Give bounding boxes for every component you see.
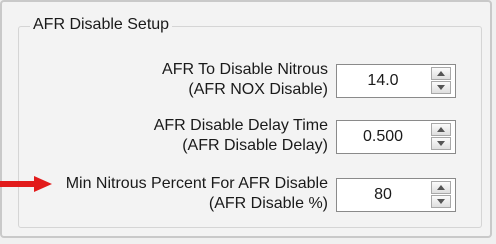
- red-arrow-head: [34, 176, 52, 192]
- chevron-down-icon: [437, 199, 445, 204]
- afr-disable-percent-label-line2: (AFR Disable %): [208, 195, 328, 212]
- group-title: AFR Disable Setup: [30, 14, 173, 36]
- afr-nox-disable-label: AFR To Disable Nitrous (AFR NOX Disable): [162, 60, 328, 100]
- afr-nox-disable-increment-button[interactable]: [431, 67, 451, 80]
- afr-disable-delay-value[interactable]: 0.500: [337, 121, 429, 153]
- afr-nox-disable-decrement-button[interactable]: [431, 81, 451, 94]
- afr-nox-disable-spin-buttons: [431, 67, 453, 95]
- afr-nox-disable-value[interactable]: 14.0: [337, 65, 429, 97]
- afr-disable-delay-label: AFR Disable Delay Time (AFR Disable Dela…: [154, 116, 328, 156]
- afr-disable-percent-spin-buttons: [431, 181, 453, 209]
- red-arrow-shaft: [0, 181, 38, 187]
- chevron-down-icon: [437, 141, 445, 146]
- chevron-up-icon: [437, 71, 445, 76]
- afr-nox-disable-label-line2: (AFR NOX Disable): [188, 81, 328, 98]
- afr-disable-percent-value[interactable]: 80: [337, 179, 429, 211]
- chevron-down-icon: [437, 85, 445, 90]
- afr-disable-percent-decrement-button[interactable]: [431, 195, 451, 208]
- chevron-up-icon: [437, 185, 445, 190]
- afr-disable-percent-increment-button[interactable]: [431, 181, 451, 194]
- afr-disable-delay-spin-buttons: [431, 123, 453, 151]
- afr-disable-delay-increment-button[interactable]: [431, 123, 451, 136]
- chevron-up-icon: [437, 127, 445, 132]
- afr-disable-delay-spinbox[interactable]: 0.500: [336, 120, 456, 154]
- afr-nox-disable-label-line1: AFR To Disable Nitrous: [162, 61, 328, 78]
- red-arrow-icon: [0, 176, 52, 192]
- afr-disable-delay-label-line2: (AFR Disable Delay): [182, 137, 328, 154]
- afr-nox-disable-spinbox[interactable]: 14.0: [336, 64, 456, 98]
- afr-disable-percent-label: Min Nitrous Percent For AFR Disable (AFR…: [66, 174, 328, 214]
- afr-disable-delay-label-line1: AFR Disable Delay Time: [153, 117, 328, 134]
- afr-disable-percent-spinbox[interactable]: 80: [336, 178, 456, 212]
- afr-disable-percent-label-line1: Min Nitrous Percent For AFR Disable: [65, 175, 328, 192]
- afr-disable-delay-decrement-button[interactable]: [431, 137, 451, 150]
